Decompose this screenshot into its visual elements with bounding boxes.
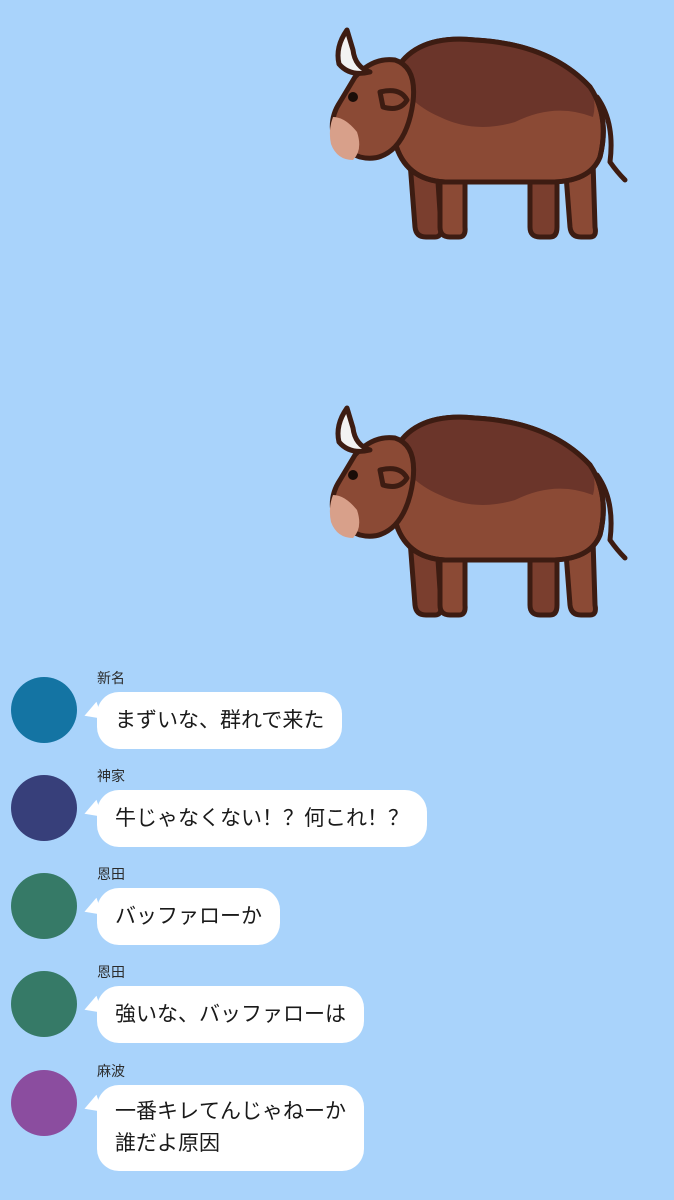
buffalo-icon	[329, 405, 628, 618]
avatar[interactable]	[11, 677, 77, 743]
message-bubble[interactable]: 強いな、バッファローは	[97, 986, 364, 1043]
sender-name: 麻波	[97, 1064, 125, 1080]
sender-name: 恩田	[97, 867, 125, 883]
message-bubble[interactable]: バッファローか	[97, 888, 280, 945]
message-text: まずいな、群れで来た	[115, 708, 325, 732]
message-text: 強いな、バッファローは	[115, 1002, 346, 1026]
message-bubble[interactable]: まずいな、群れで来た	[97, 692, 343, 749]
avatar[interactable]	[11, 775, 77, 841]
avatar[interactable]	[11, 971, 77, 1037]
message-text: バッファローか	[115, 904, 262, 928]
sender-name: 神家	[97, 769, 125, 785]
message-text: 誰だよ原因	[115, 1131, 220, 1155]
sender-name: 新名	[97, 671, 125, 687]
message-bubble[interactable]: 牛じゃなくない！？何これ！？	[97, 790, 427, 847]
message-bubble[interactable]: 一番キレてんじゃねーか 誰だよ原因	[97, 1085, 364, 1171]
avatar[interactable]	[11, 1070, 77, 1136]
buffalo-sticker[interactable]	[325, 22, 635, 252]
buffalo-sticker[interactable]	[325, 400, 635, 630]
avatar[interactable]	[11, 873, 77, 939]
buffalo-icon	[329, 27, 628, 240]
message-text: 牛じゃなくない！？何これ！？	[115, 806, 409, 830]
message-text: 一番キレてんじゃねーか	[115, 1099, 346, 1123]
sender-name: 恩田	[97, 965, 125, 981]
